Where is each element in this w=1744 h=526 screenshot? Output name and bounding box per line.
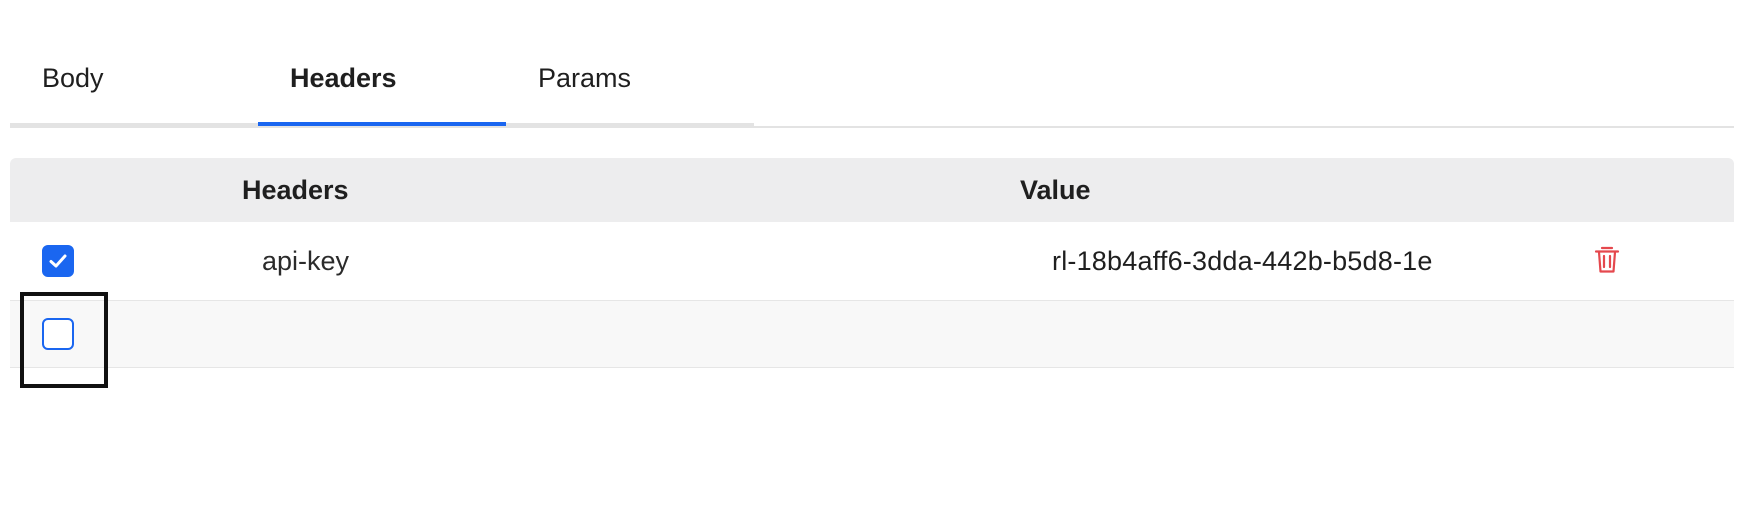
table-row: api-key rl-18b4aff6-3dda-442b-b5d8-1e [10, 222, 1734, 301]
tab-body[interactable]: Body [10, 0, 258, 126]
tab-body-label: Body [42, 63, 104, 93]
headers-table: Headers Value api-key rl-18b4aff6-3dda-4… [10, 158, 1734, 368]
trash-icon [1594, 246, 1620, 273]
table-header-row: Headers Value [10, 158, 1734, 222]
delete-row-button[interactable] [1590, 243, 1624, 277]
tab-bar: Body Headers Params [10, 0, 1734, 128]
column-header-headers: Headers [242, 175, 349, 205]
column-header-value: Value [1020, 175, 1091, 205]
tab-headers-label: Headers [290, 63, 397, 93]
tab-params[interactable]: Params [506, 0, 754, 126]
header-key-cell[interactable]: api-key [262, 245, 349, 277]
tab-params-label: Params [538, 63, 632, 93]
row-enabled-checkbox[interactable] [42, 245, 74, 277]
new-row-checkbox[interactable] [42, 318, 74, 350]
checkmark-icon [49, 254, 67, 268]
table-row-new [10, 301, 1734, 368]
tab-headers[interactable]: Headers [258, 0, 506, 126]
header-value-cell[interactable]: rl-18b4aff6-3dda-442b-b5d8-1e [1052, 245, 1433, 277]
